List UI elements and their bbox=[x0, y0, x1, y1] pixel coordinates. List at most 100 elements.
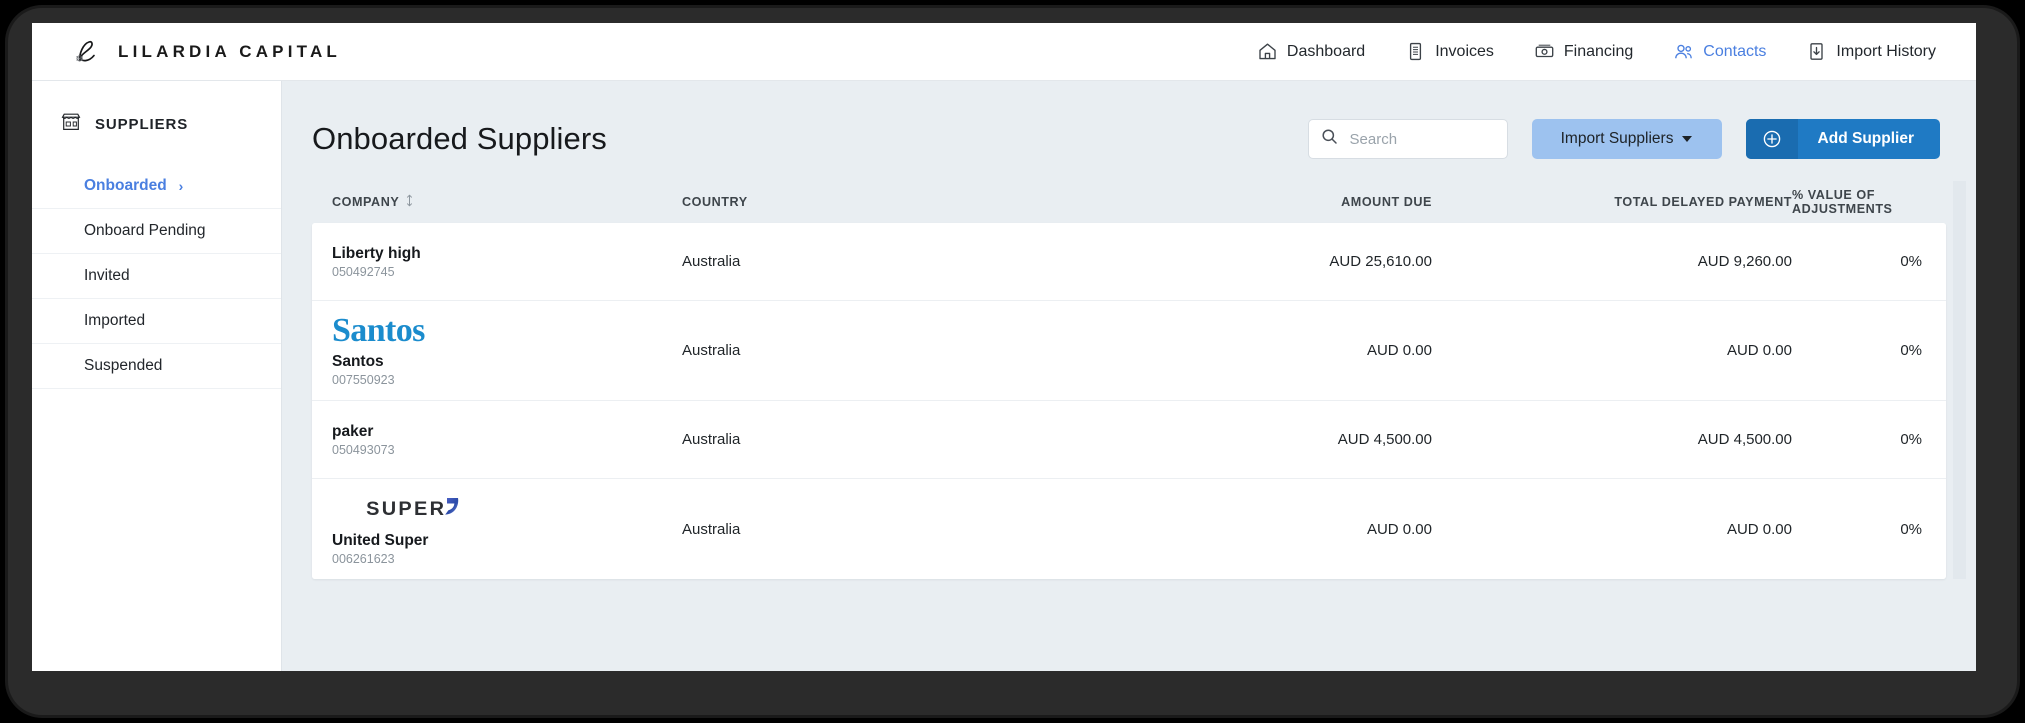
nav-item-label: Contacts bbox=[1703, 42, 1767, 60]
sidebar-heading-label: SUPPLIERS bbox=[95, 116, 189, 133]
brand-logo[interactable]: LILARDIA CAPITAL bbox=[70, 35, 341, 69]
company-name: paker bbox=[332, 422, 374, 440]
cell-company: SUPER United Super 006261623 bbox=[312, 493, 682, 566]
storefront-icon bbox=[60, 111, 82, 138]
nav-item-label: Invoices bbox=[1435, 42, 1494, 60]
cell-pct-value-adjustments: 0% bbox=[1900, 431, 1922, 448]
import-suppliers-label: Import Suppliers bbox=[1560, 130, 1674, 147]
super-logo-text: SUPER bbox=[366, 499, 447, 520]
sidebar: SUPPLIERS Onboarded › Onboard Pending In… bbox=[32, 81, 282, 671]
add-supplier-label: Add Supplier bbox=[1817, 130, 1914, 147]
column-header-label: COUNTRY bbox=[682, 195, 748, 209]
suppliers-table: COMPANY COUNTRY AMOUNT DUE TOTAL DELAYED… bbox=[312, 181, 1966, 579]
company-id: 007550923 bbox=[332, 373, 395, 387]
cell-pct-value-adjustments: 0% bbox=[1900, 342, 1922, 359]
header-actions: Import Suppliers Add Supplier bbox=[1307, 119, 1940, 159]
chevron-down-icon bbox=[1682, 136, 1693, 142]
page-title: Onboarded Suppliers bbox=[312, 121, 607, 156]
main-content: Onboarded Suppliers Import Suppliers bbox=[282, 81, 1976, 671]
top-bar: LILARDIA CAPITAL Dashboard Invoices Fina… bbox=[32, 23, 1976, 81]
column-header-label: TOTAL DELAYED PAYMENT bbox=[1614, 195, 1792, 209]
people-icon bbox=[1673, 41, 1694, 62]
home-icon bbox=[1257, 41, 1278, 62]
chevron-right-icon: › bbox=[178, 178, 184, 194]
main-header: Onboarded Suppliers Import Suppliers bbox=[282, 81, 1976, 167]
sidebar-item-label: Suspended bbox=[84, 357, 163, 374]
cell-amount-due: AUD 4,500.00 bbox=[1337, 431, 1432, 448]
vertical-scrollbar[interactable] bbox=[1953, 181, 1966, 579]
cell-amount-due: AUD 0.00 bbox=[1366, 342, 1432, 359]
device-bezel: LILARDIA CAPITAL Dashboard Invoices Fina… bbox=[8, 8, 2017, 715]
nav-item-label: Import History bbox=[1836, 42, 1936, 60]
table-row[interactable]: Liberty high 050492745 Australia AUD 25,… bbox=[312, 223, 1946, 301]
column-header-label: AMOUNT DUE bbox=[1341, 195, 1432, 209]
import-download-icon bbox=[1806, 41, 1827, 62]
santos-logo: Santos bbox=[332, 314, 425, 348]
brand-name: LILARDIA CAPITAL bbox=[118, 41, 342, 61]
table-body: Liberty high 050492745 Australia AUD 25,… bbox=[312, 223, 1946, 579]
table-row[interactable]: paker 050493073 Australia AUD 4,500.00 A… bbox=[312, 401, 1946, 479]
sidebar-item-imported[interactable]: Imported bbox=[32, 299, 281, 344]
company-id: 050493073 bbox=[332, 442, 395, 457]
sidebar-item-onboard-pending[interactable]: Onboard Pending bbox=[32, 209, 281, 254]
column-header-amount-due[interactable]: AMOUNT DUE bbox=[1102, 195, 1432, 209]
cell-country: Australia bbox=[682, 520, 741, 538]
cell-pct-value-adjustments: 0% bbox=[1900, 253, 1922, 270]
company-name: Liberty high bbox=[332, 244, 421, 262]
cell-country: Australia bbox=[682, 253, 741, 270]
top-navigation: Dashboard Invoices Financing Contacts Im… bbox=[1257, 41, 1936, 62]
column-header-label: COMPANY bbox=[332, 195, 400, 209]
import-suppliers-button[interactable]: Import Suppliers bbox=[1531, 119, 1722, 159]
banknote-icon bbox=[1534, 41, 1555, 62]
nav-item-label: Financing bbox=[1563, 42, 1634, 60]
column-header-label: % VALUE OF ADJUSTMENTS bbox=[1792, 188, 1893, 216]
cell-company: Liberty high 050492745 bbox=[312, 245, 682, 279]
company-name: United Super bbox=[332, 531, 429, 549]
search-input[interactable] bbox=[1349, 130, 1495, 148]
cell-amount-due: AUD 0.00 bbox=[1366, 520, 1432, 538]
column-header-country[interactable]: COUNTRY bbox=[682, 195, 1102, 209]
table-row[interactable]: Santos Santos 007550923 Australia AUD 0.… bbox=[312, 301, 1946, 401]
document-icon bbox=[1405, 41, 1426, 62]
nav-item-dashboard[interactable]: Dashboard bbox=[1257, 41, 1365, 62]
app-screen: LILARDIA CAPITAL Dashboard Invoices Fina… bbox=[32, 23, 1976, 671]
nav-item-label: Dashboard bbox=[1286, 42, 1366, 60]
cell-total-delayed-payment: AUD 4,500.00 bbox=[1697, 431, 1792, 448]
nav-item-invoices[interactable]: Invoices bbox=[1405, 41, 1494, 62]
table-row[interactable]: SUPER United Super 006261623 Australia A… bbox=[312, 479, 1946, 579]
lilardia-script-l-logo-icon bbox=[70, 35, 104, 69]
table-header-row: COMPANY COUNTRY AMOUNT DUE TOTAL DELAYED… bbox=[312, 181, 1946, 223]
sidebar-item-label: Invited bbox=[84, 267, 130, 284]
cell-company: paker 050493073 bbox=[312, 423, 682, 457]
united-super-logo: SUPER bbox=[332, 493, 464, 527]
santos-logo-text: Santos bbox=[332, 312, 425, 349]
sidebar-item-suspended[interactable]: Suspended bbox=[32, 344, 281, 389]
cell-total-delayed-payment: AUD 0.00 bbox=[1726, 520, 1792, 538]
column-header-total-delayed-payment[interactable]: TOTAL DELAYED PAYMENT bbox=[1432, 195, 1792, 209]
company-id: 006261623 bbox=[332, 551, 395, 566]
cell-pct-value-adjustments: 0% bbox=[1900, 520, 1922, 538]
cell-country: Australia bbox=[682, 342, 741, 359]
sidebar-item-label: Imported bbox=[84, 312, 146, 329]
sort-arrows-icon[interactable] bbox=[405, 194, 414, 210]
company-name: Santos bbox=[332, 353, 384, 370]
cell-amount-due: AUD 25,610.00 bbox=[1329, 253, 1432, 270]
sidebar-item-onboarded[interactable]: Onboarded › bbox=[32, 164, 281, 209]
add-supplier-button[interactable]: Add Supplier bbox=[1745, 119, 1940, 159]
super-swoosh-icon bbox=[444, 496, 464, 524]
column-header-company[interactable]: COMPANY bbox=[312, 194, 682, 210]
column-header-pct-value-adjustments[interactable]: % VALUE OF ADJUSTMENTS bbox=[1792, 188, 1946, 216]
search-box[interactable] bbox=[1307, 119, 1508, 159]
sidebar-item-label: Onboard Pending bbox=[84, 222, 206, 239]
sidebar-item-label: Onboarded bbox=[84, 177, 167, 194]
search-icon bbox=[1321, 128, 1338, 150]
cell-country: Australia bbox=[682, 431, 741, 448]
nav-item-financing[interactable]: Financing bbox=[1534, 41, 1633, 62]
company-id: 050492745 bbox=[332, 264, 395, 279]
nav-item-contacts[interactable]: Contacts bbox=[1673, 41, 1766, 62]
nav-item-import-history[interactable]: Import History bbox=[1806, 41, 1936, 62]
sidebar-heading: SUPPLIERS bbox=[32, 111, 281, 138]
cell-total-delayed-payment: AUD 9,260.00 bbox=[1697, 253, 1792, 270]
sidebar-item-invited[interactable]: Invited bbox=[32, 254, 281, 299]
cell-total-delayed-payment: AUD 0.00 bbox=[1726, 342, 1792, 359]
